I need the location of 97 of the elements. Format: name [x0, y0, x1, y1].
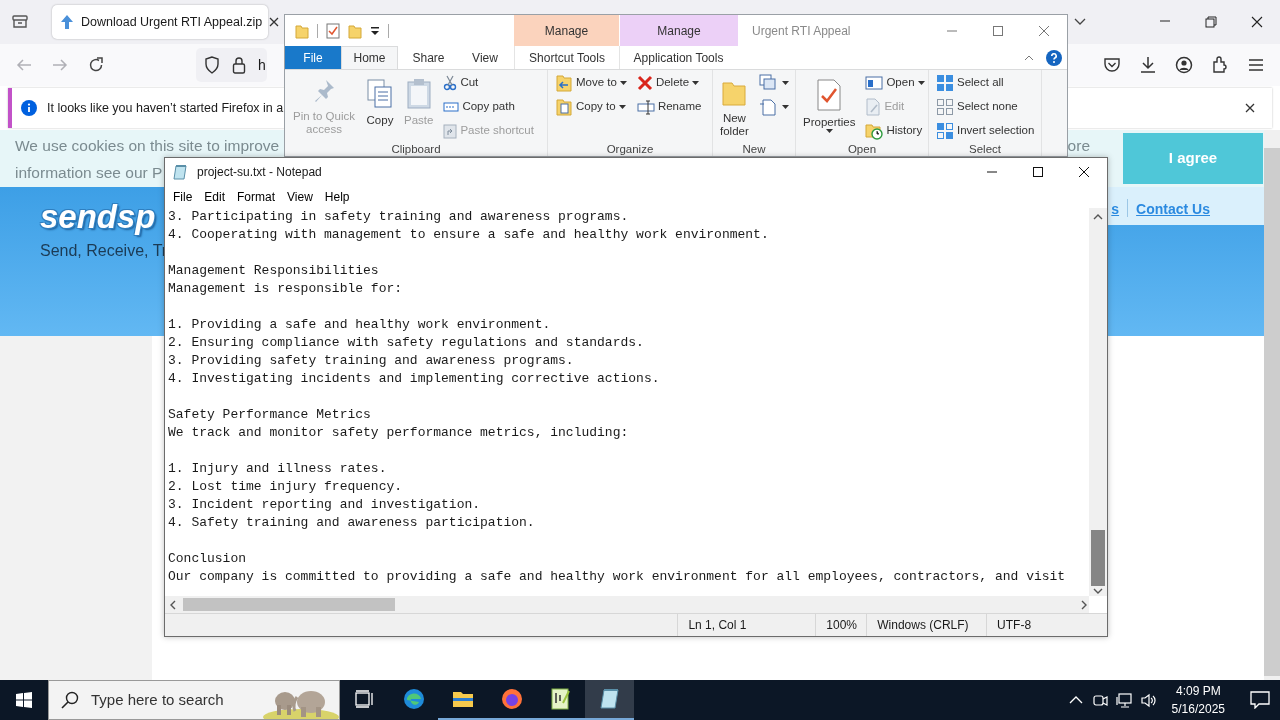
ribbon-tab[interactable]: File [285, 46, 341, 69]
text-line: 4. Investigating incidents and implementing corrective actions. [168, 370, 661, 388]
text-line: 2. Lost time injury frequency. [168, 478, 404, 496]
document-icon [758, 98, 779, 116]
text-line: 4. Cooperating with management to ensure a safe and healthy work environment. [168, 226, 770, 244]
checklist-icon [816, 78, 843, 112]
scrollbar[interactable] [165, 596, 1089, 613]
ribbon-button[interactable]: Select all [933, 72, 1038, 94]
notepad-icon[interactable] [585, 680, 634, 720]
ribbon-button[interactable]: Select none [933, 96, 1038, 118]
window-title: Urgent RTI Appeal [751, 22, 852, 40]
ribbon-button[interactable]: History [862, 120, 928, 142]
menu-item[interactable]: Help [318, 188, 356, 206]
copy-to-icon [555, 98, 573, 116]
ribbon-button[interactable]: Move to [552, 72, 630, 94]
ribbon-button[interactable]: Open [862, 72, 928, 94]
text-line: 2. Ensuring compliance with safety regulations and standards. [168, 334, 645, 352]
search-icon [61, 691, 79, 709]
menu-item[interactable]: View [281, 188, 319, 206]
ribbon-button[interactable]: Copy path [440, 96, 537, 118]
ribbon-button[interactable]: Delete [633, 72, 705, 94]
dropdown-icon[interactable] [370, 25, 380, 36]
status-text: Ln 1, Col 1 [677, 614, 816, 636]
text-line: 3. Incident reporting and investigation. [168, 496, 482, 514]
volume-icon[interactable] [1139, 691, 1157, 709]
scrollbar[interactable] [1089, 208, 1107, 596]
info-icon [21, 100, 37, 116]
window-title: project-su.txt - Notepad [197, 164, 323, 181]
text-line: Conclusion [168, 550, 247, 568]
tab-title: Download Urgent RTI Appeal.zip [81, 13, 263, 31]
history-icon [865, 122, 884, 140]
scroll-down-icon [1093, 586, 1103, 596]
arrow-icon [60, 14, 74, 30]
status-text: 100% [815, 614, 867, 636]
text-line: Safety Performance Metrics [168, 406, 372, 424]
text-line: 4. Safety training and awareness participation. [168, 514, 536, 532]
menu-item[interactable]: File [167, 188, 199, 206]
ribbon-tab[interactable]: Home [341, 46, 398, 69]
text-line: Management Responsibilities [168, 262, 380, 280]
group-label: Open [846, 142, 878, 156]
shortcut-icon [443, 123, 458, 139]
window-icon [865, 75, 884, 91]
move-icon [555, 74, 573, 92]
select-all-icon [936, 74, 954, 92]
notepad-icon [173, 164, 189, 180]
ribbon-button[interactable]: Cut [440, 72, 537, 94]
context-header: Manage [620, 15, 738, 46]
scroll-thumb[interactable] [1091, 530, 1105, 586]
address-field[interactable]: h [196, 48, 267, 82]
cookie-text: ore [1067, 135, 1090, 156]
ribbon-button[interactable]: Invert selection [933, 120, 1038, 142]
ribbon-button[interactable]: Copy [363, 72, 397, 127]
scroll-right-icon [1079, 599, 1089, 610]
text-line: 1. Providing a safe and healthy work environment. [168, 316, 552, 334]
context-header: Manage [514, 15, 619, 46]
lock-icon [232, 56, 246, 74]
group-label: New [741, 142, 767, 156]
text-line: 1. Injury and illness rates. [168, 460, 388, 478]
scissors-icon [443, 75, 458, 91]
status-text: Windows (CRLF) [866, 614, 987, 636]
text-line: Management is responsible for: [168, 280, 404, 298]
path-icon [443, 101, 460, 113]
text-line: We track and monitor safety performance metrics, including: [168, 424, 630, 442]
cookie-text: information see our P [15, 162, 163, 183]
notification-text: It looks like you haven’t started Firefox in a [47, 99, 284, 117]
menu-item[interactable]: Edit [198, 188, 232, 206]
ribbon-button[interactable]: New folder [717, 72, 752, 138]
rename-icon [636, 99, 655, 115]
edit-icon [865, 98, 882, 116]
scroll-up-icon [1093, 212, 1103, 222]
network-icon[interactable] [1115, 691, 1133, 709]
clock[interactable]: 4:09 PM 5/16/2025 [1163, 682, 1233, 718]
group-label: Organize [605, 142, 655, 156]
close-icon[interactable] [269, 17, 280, 27]
clipboard-icon [405, 78, 432, 110]
group-label: Select [968, 142, 1002, 156]
delete-icon [636, 75, 653, 91]
checklist-icon[interactable] [326, 22, 340, 39]
menu-item[interactable]: Format [231, 188, 282, 206]
text-line: 3. Participating in safety training and awareness programs. [168, 208, 630, 226]
windows-icon [758, 74, 779, 92]
ribbon-button[interactable]: Copy to [552, 96, 630, 118]
url-text: h [258, 55, 266, 75]
status-text: UTF-8 [986, 614, 1107, 636]
ribbon-button[interactable]: Rename [633, 96, 705, 118]
text-line: 3. Providing safety training and awareness programs. [168, 352, 575, 370]
shield-icon [204, 56, 220, 74]
invert-selection-icon [936, 122, 954, 140]
copy-icon [366, 78, 394, 110]
search-field[interactable]: Type here to search [48, 680, 340, 720]
text-line: Our company is committed to providing a safe and healthy work environment for all employees, contractors, and visit [168, 568, 1067, 586]
scroll-left-icon [168, 599, 178, 610]
ribbon-button[interactable]: Properties [800, 72, 859, 133]
select-none-icon [936, 98, 954, 116]
group-label: Clipboard [390, 142, 442, 156]
scroll-thumb[interactable] [183, 598, 395, 611]
cookie-text: We use cookies on this site to improve [15, 135, 280, 156]
